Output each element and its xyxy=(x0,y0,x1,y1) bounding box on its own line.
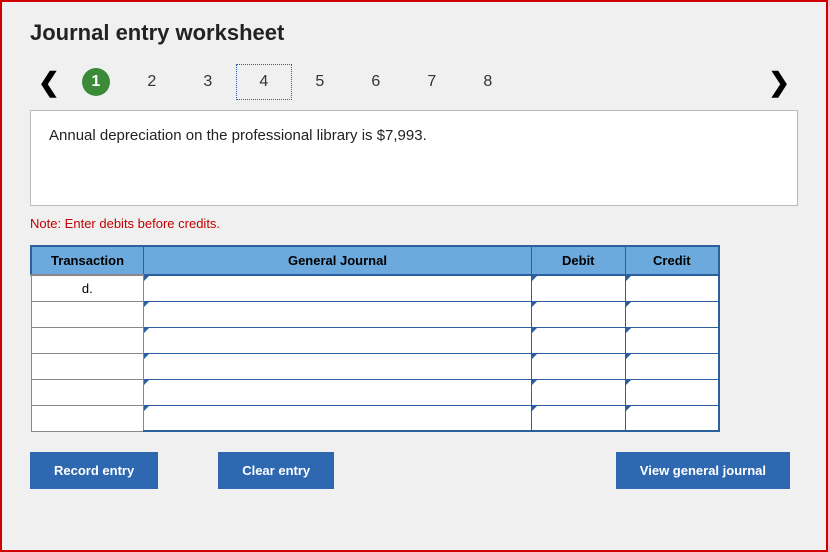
cell-transaction[interactable] xyxy=(31,379,144,405)
step-6-label: 6 xyxy=(371,73,380,91)
step-4-label: 4 xyxy=(259,73,268,91)
header-credit: Credit xyxy=(625,246,719,275)
view-general-journal-button[interactable]: View general journal xyxy=(616,452,790,489)
cell-credit[interactable] xyxy=(625,353,719,379)
step-1-label: 1 xyxy=(82,68,110,96)
cell-debit[interactable] xyxy=(531,379,625,405)
table-row xyxy=(31,327,719,353)
step-2[interactable]: 2 xyxy=(124,64,180,100)
step-pager: ❮ 1 2 3 4 5 6 7 8 ❯ xyxy=(30,64,798,100)
table-row xyxy=(31,379,719,405)
journal-table: Transaction General Journal Debit Credit… xyxy=(30,245,720,432)
step-4[interactable]: 4 xyxy=(236,64,292,100)
cell-general-journal[interactable] xyxy=(144,301,532,327)
cell-debit[interactable] xyxy=(531,353,625,379)
cell-debit[interactable] xyxy=(531,405,625,431)
cell-general-journal[interactable] xyxy=(144,275,532,301)
cell-general-journal[interactable] xyxy=(144,405,532,431)
cell-credit[interactable] xyxy=(625,327,719,353)
step-3[interactable]: 3 xyxy=(180,64,236,100)
cell-debit[interactable] xyxy=(531,275,625,301)
cell-credit[interactable] xyxy=(625,301,719,327)
cell-transaction[interactable] xyxy=(31,327,144,353)
step-1[interactable]: 1 xyxy=(68,64,124,100)
cell-transaction[interactable] xyxy=(31,353,144,379)
table-row xyxy=(31,301,719,327)
cell-credit[interactable] xyxy=(625,405,719,431)
cell-transaction[interactable] xyxy=(31,405,144,431)
cell-general-journal[interactable] xyxy=(144,327,532,353)
cell-transaction[interactable]: d. xyxy=(31,275,144,301)
step-7[interactable]: 7 xyxy=(404,64,460,100)
prev-arrow-icon[interactable]: ❮ xyxy=(30,67,68,98)
cell-debit[interactable] xyxy=(531,301,625,327)
step-5-label: 5 xyxy=(315,73,324,91)
prompt-box: Annual depreciation on the professional … xyxy=(30,110,798,206)
step-2-label: 2 xyxy=(147,73,156,91)
table-row: d. xyxy=(31,275,719,301)
cell-general-journal[interactable] xyxy=(144,353,532,379)
page-title: Journal entry worksheet xyxy=(30,20,798,46)
prompt-text: Annual depreciation on the professional … xyxy=(49,127,427,144)
button-row: Record entry Clear entry View general jo… xyxy=(30,452,790,489)
cell-debit[interactable] xyxy=(531,327,625,353)
cell-credit[interactable] xyxy=(625,275,719,301)
step-8-label: 8 xyxy=(483,73,492,91)
cell-transaction[interactable] xyxy=(31,301,144,327)
step-3-label: 3 xyxy=(203,73,212,91)
step-5[interactable]: 5 xyxy=(292,64,348,100)
header-general-journal: General Journal xyxy=(144,246,532,275)
record-entry-button[interactable]: Record entry xyxy=(30,452,158,489)
table-row xyxy=(31,353,719,379)
step-7-label: 7 xyxy=(427,73,436,91)
note-text: Note: Enter debits before credits. xyxy=(30,216,798,231)
table-row xyxy=(31,405,719,431)
clear-entry-button[interactable]: Clear entry xyxy=(218,452,334,489)
cell-general-journal[interactable] xyxy=(144,379,532,405)
step-8[interactable]: 8 xyxy=(460,64,516,100)
worksheet-container: Journal entry worksheet ❮ 1 2 3 4 5 6 7 … xyxy=(0,0,828,552)
cell-credit[interactable] xyxy=(625,379,719,405)
header-transaction: Transaction xyxy=(31,246,144,275)
step-6[interactable]: 6 xyxy=(348,64,404,100)
next-arrow-icon[interactable]: ❯ xyxy=(760,67,798,98)
header-debit: Debit xyxy=(531,246,625,275)
